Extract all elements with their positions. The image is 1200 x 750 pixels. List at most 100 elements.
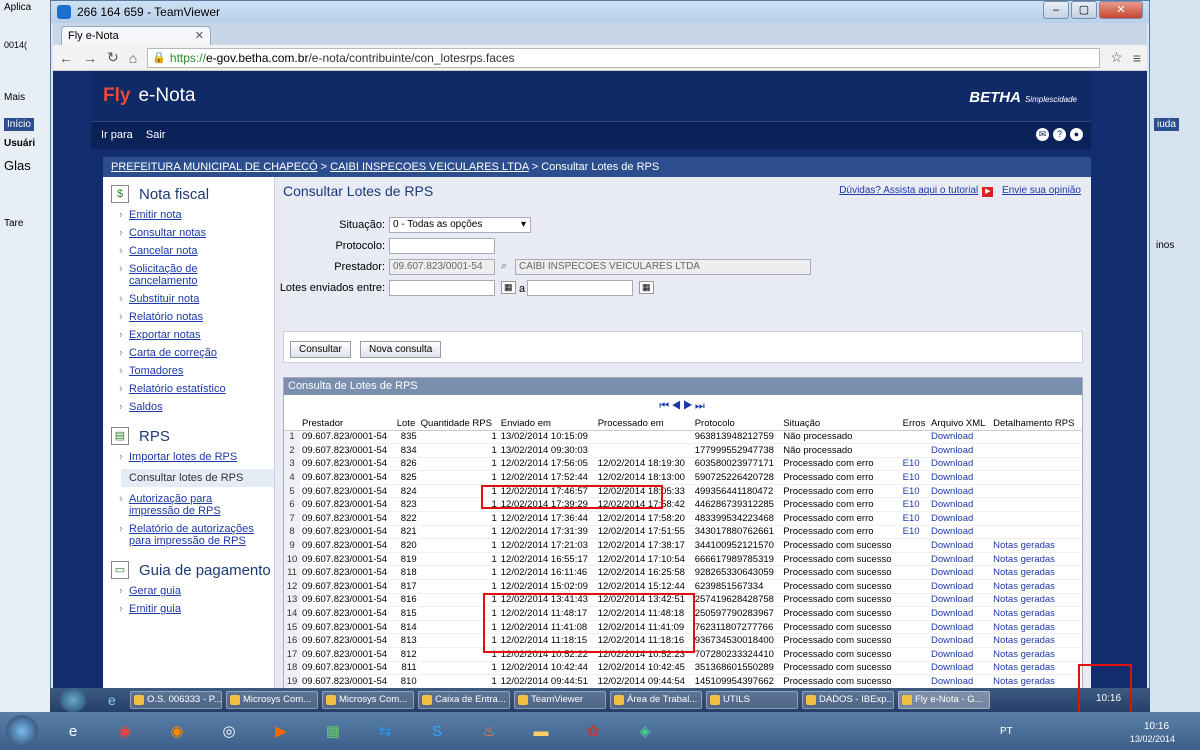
start-button[interactable]	[6, 715, 38, 747]
prev-page-icon[interactable]: ◀	[671, 400, 683, 412]
sidebar-item-relatorio-autorizacoes[interactable]: Relatório de autorizações para impressão…	[119, 523, 269, 547]
error-code-link[interactable]: E10	[903, 499, 920, 510]
situacao-select[interactable]: 0 - Todas as opções ▾	[389, 217, 531, 233]
download-link[interactable]: Download	[931, 486, 973, 497]
error-code-link[interactable]: E10	[903, 458, 920, 469]
first-page-icon[interactable]: ⏮	[659, 400, 671, 412]
sidebar-item-gerar-guia[interactable]: Gerar guia	[119, 585, 274, 597]
download-link[interactable]: Download	[931, 526, 973, 537]
sidebar-item-estatistico[interactable]: Relatório estatístico	[119, 383, 274, 395]
download-link[interactable]: Download	[931, 458, 973, 469]
download-link[interactable]: Download	[931, 608, 973, 619]
sidebar-item-saldos[interactable]: Saldos	[119, 401, 274, 413]
date-to-input[interactable]	[527, 280, 633, 296]
app-icon[interactable]: ◈	[628, 717, 662, 745]
taskbar-item[interactable]: O.S. 006333 - P...	[130, 691, 222, 709]
clock-date[interactable]: 13/02/2014	[1130, 734, 1175, 744]
download-link[interactable]: Download	[931, 567, 973, 578]
last-page-icon[interactable]: ⏭	[695, 400, 707, 412]
notas-geradas-link[interactable]: Notas geradas	[993, 662, 1055, 673]
download-link[interactable]: Download	[931, 554, 973, 565]
taskbar-item[interactable]: Fly e-Nota - G...	[898, 691, 990, 709]
address-bar[interactable]: 🔒 https://e-gov.betha.com.br/e-nota/cont…	[147, 47, 1101, 68]
notas-geradas-link[interactable]: Notas geradas	[993, 622, 1055, 633]
language-indicator[interactable]: PT	[1000, 726, 1013, 737]
download-link[interactable]: Download	[931, 649, 973, 660]
sidebar-item-importar-rps[interactable]: Importar lotes de RPS	[119, 451, 274, 463]
taskbar-item[interactable]: UTILS	[706, 691, 798, 709]
notas-geradas-link[interactable]: Notas geradas	[993, 676, 1055, 687]
notas-geradas-link[interactable]: Notas geradas	[993, 608, 1055, 619]
calendar-icon[interactable]: ▦	[501, 281, 516, 294]
sidebar-item-autorizacao[interactable]: Autorização para impressão de RPS	[119, 493, 239, 517]
sidebar-item-tomadores[interactable]: Tomadores	[119, 365, 274, 377]
close-tab-icon[interactable]: ✕	[195, 29, 204, 42]
download-link[interactable]: Download	[931, 540, 973, 551]
download-link[interactable]: Download	[931, 472, 973, 483]
consultar-button[interactable]: Consultar	[290, 341, 351, 358]
reload-icon[interactable]: ↻	[107, 49, 119, 66]
nav-ir-para[interactable]: Ir para	[101, 129, 133, 141]
taskbar-item[interactable]: TeamViewer	[514, 691, 606, 709]
breadcrumb-org[interactable]: PREFEITURA MUNICIPAL DE CHAPECÓ	[111, 161, 318, 173]
notas-geradas-link[interactable]: Notas geradas	[993, 635, 1055, 646]
download-link[interactable]: Download	[931, 662, 973, 673]
error-code-link[interactable]: E10	[903, 486, 920, 497]
app-icon[interactable]: ✿	[576, 717, 610, 745]
tutorial-link[interactable]: Dúvidas? Assista aqui o tutorial	[839, 185, 978, 196]
download-link[interactable]: Download	[931, 581, 973, 592]
download-link[interactable]: Download	[931, 431, 973, 442]
sidebar-item-emitir-nota[interactable]: Emitir nota	[119, 209, 274, 221]
teamviewer-icon[interactable]: ⇆	[368, 717, 402, 745]
start-button[interactable]	[60, 688, 86, 712]
search-icon[interactable]: ⌕	[501, 260, 507, 273]
browser-tab[interactable]: Fly e-Nota ✕	[61, 26, 211, 45]
download-link[interactable]: Download	[931, 622, 973, 633]
error-code-link[interactable]: E10	[903, 472, 920, 483]
home-icon[interactable]: ⌂	[129, 50, 137, 66]
close-button[interactable]: ✕	[1099, 1, 1143, 19]
notas-geradas-link[interactable]: Notas geradas	[993, 581, 1055, 592]
download-link[interactable]: Download	[931, 676, 973, 687]
download-link[interactable]: Download	[931, 499, 973, 510]
help-icon[interactable]: ?	[1053, 128, 1066, 141]
sidebar-item-consultar-notas[interactable]: Consultar notas	[119, 227, 274, 239]
notas-geradas-link[interactable]: Notas geradas	[993, 554, 1055, 565]
notas-geradas-link[interactable]: Notas geradas	[993, 567, 1055, 578]
flame-icon[interactable]: ♨	[472, 717, 506, 745]
next-page-icon[interactable]: ▶	[683, 400, 695, 412]
download-link[interactable]: Download	[931, 513, 973, 524]
calendar-icon[interactable]: ▦	[639, 281, 654, 294]
minimize-button[interactable]: –	[1043, 1, 1069, 19]
notas-geradas-link[interactable]: Notas geradas	[993, 540, 1055, 551]
chrome-icon[interactable]: ◉	[108, 717, 142, 745]
menu-icon[interactable]: ≡	[1133, 50, 1141, 66]
sidebar-item-carta[interactable]: Carta de correção	[119, 347, 274, 359]
clock-time[interactable]: 10:16	[1144, 721, 1169, 732]
date-from-input[interactable]	[389, 280, 495, 296]
taskbar-item[interactable]: Área de Trabal...	[610, 691, 702, 709]
notas-geradas-link[interactable]: Notas geradas	[993, 649, 1055, 660]
error-code-link[interactable]: E10	[903, 513, 920, 524]
download-link[interactable]: Download	[931, 635, 973, 646]
chart-app-icon[interactable]: ▦	[316, 717, 350, 745]
back-icon[interactable]: ←	[59, 50, 73, 66]
chat-icon[interactable]: ✉	[1036, 128, 1049, 141]
sidebar-item-emitir-guia[interactable]: Emitir guia	[119, 603, 274, 615]
sidebar-item-relatorio-notas[interactable]: Relatório notas	[119, 311, 274, 323]
sidebar-item-exportar[interactable]: Exportar notas	[119, 329, 274, 341]
maximize-button[interactable]: ▢	[1071, 1, 1097, 19]
taskbar-item[interactable]: Microsys Com...	[226, 691, 318, 709]
notas-geradas-link[interactable]: Notas geradas	[993, 594, 1055, 605]
taskbar-item[interactable]: Microsys Com...	[322, 691, 414, 709]
sidebar-item-solicitacao[interactable]: Solicitação de cancelamento	[119, 263, 239, 287]
folder-icon[interactable]: ▬	[524, 717, 558, 745]
user-icon[interactable]: ●	[1070, 128, 1083, 141]
star-icon[interactable]: ☆	[1110, 49, 1123, 66]
skype-icon[interactable]: S	[420, 717, 454, 745]
download-link[interactable]: Download	[931, 445, 973, 456]
sidebar-item-consultar-rps[interactable]: Consultar lotes de RPS	[121, 469, 274, 487]
breadcrumb-company[interactable]: CAIBI INSPECOES VEICULARES LTDA	[330, 161, 528, 173]
taskbar-item[interactable]: Caixa de Entra...	[418, 691, 510, 709]
download-link[interactable]: Download	[931, 594, 973, 605]
